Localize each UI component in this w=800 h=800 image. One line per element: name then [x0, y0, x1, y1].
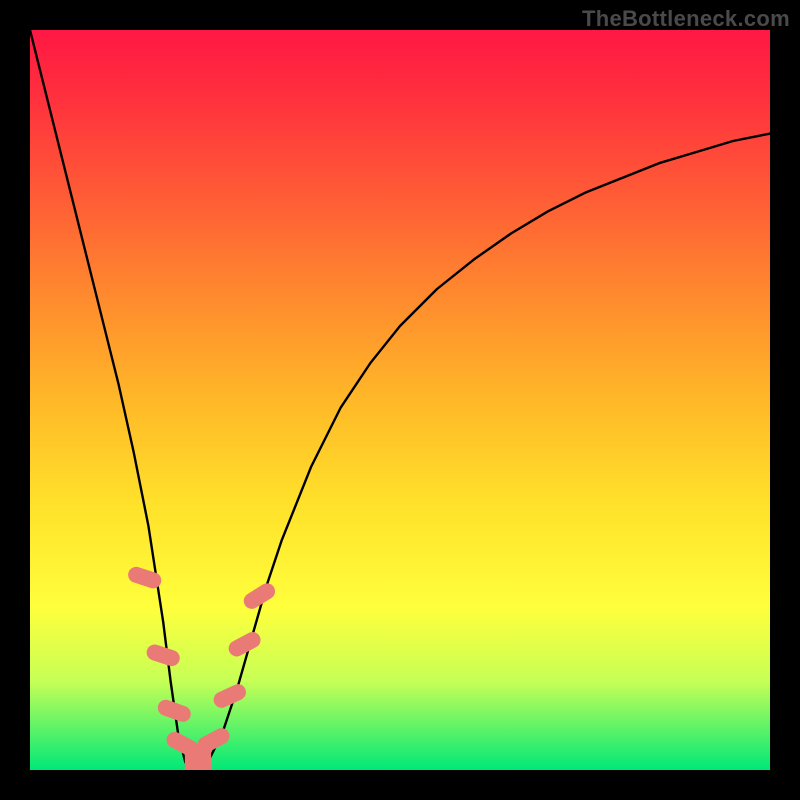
watermark-text: TheBottleneck.com: [582, 6, 790, 32]
curve-marker: [126, 565, 163, 591]
marker-group: [126, 565, 278, 770]
curve-line: [30, 30, 770, 770]
plot-area: [30, 30, 770, 770]
curve-marker: [211, 682, 249, 711]
chart-svg: [30, 30, 770, 770]
curve-marker: [226, 629, 264, 659]
chart-stage: TheBottleneck.com: [0, 0, 800, 800]
curve-marker: [145, 642, 182, 668]
